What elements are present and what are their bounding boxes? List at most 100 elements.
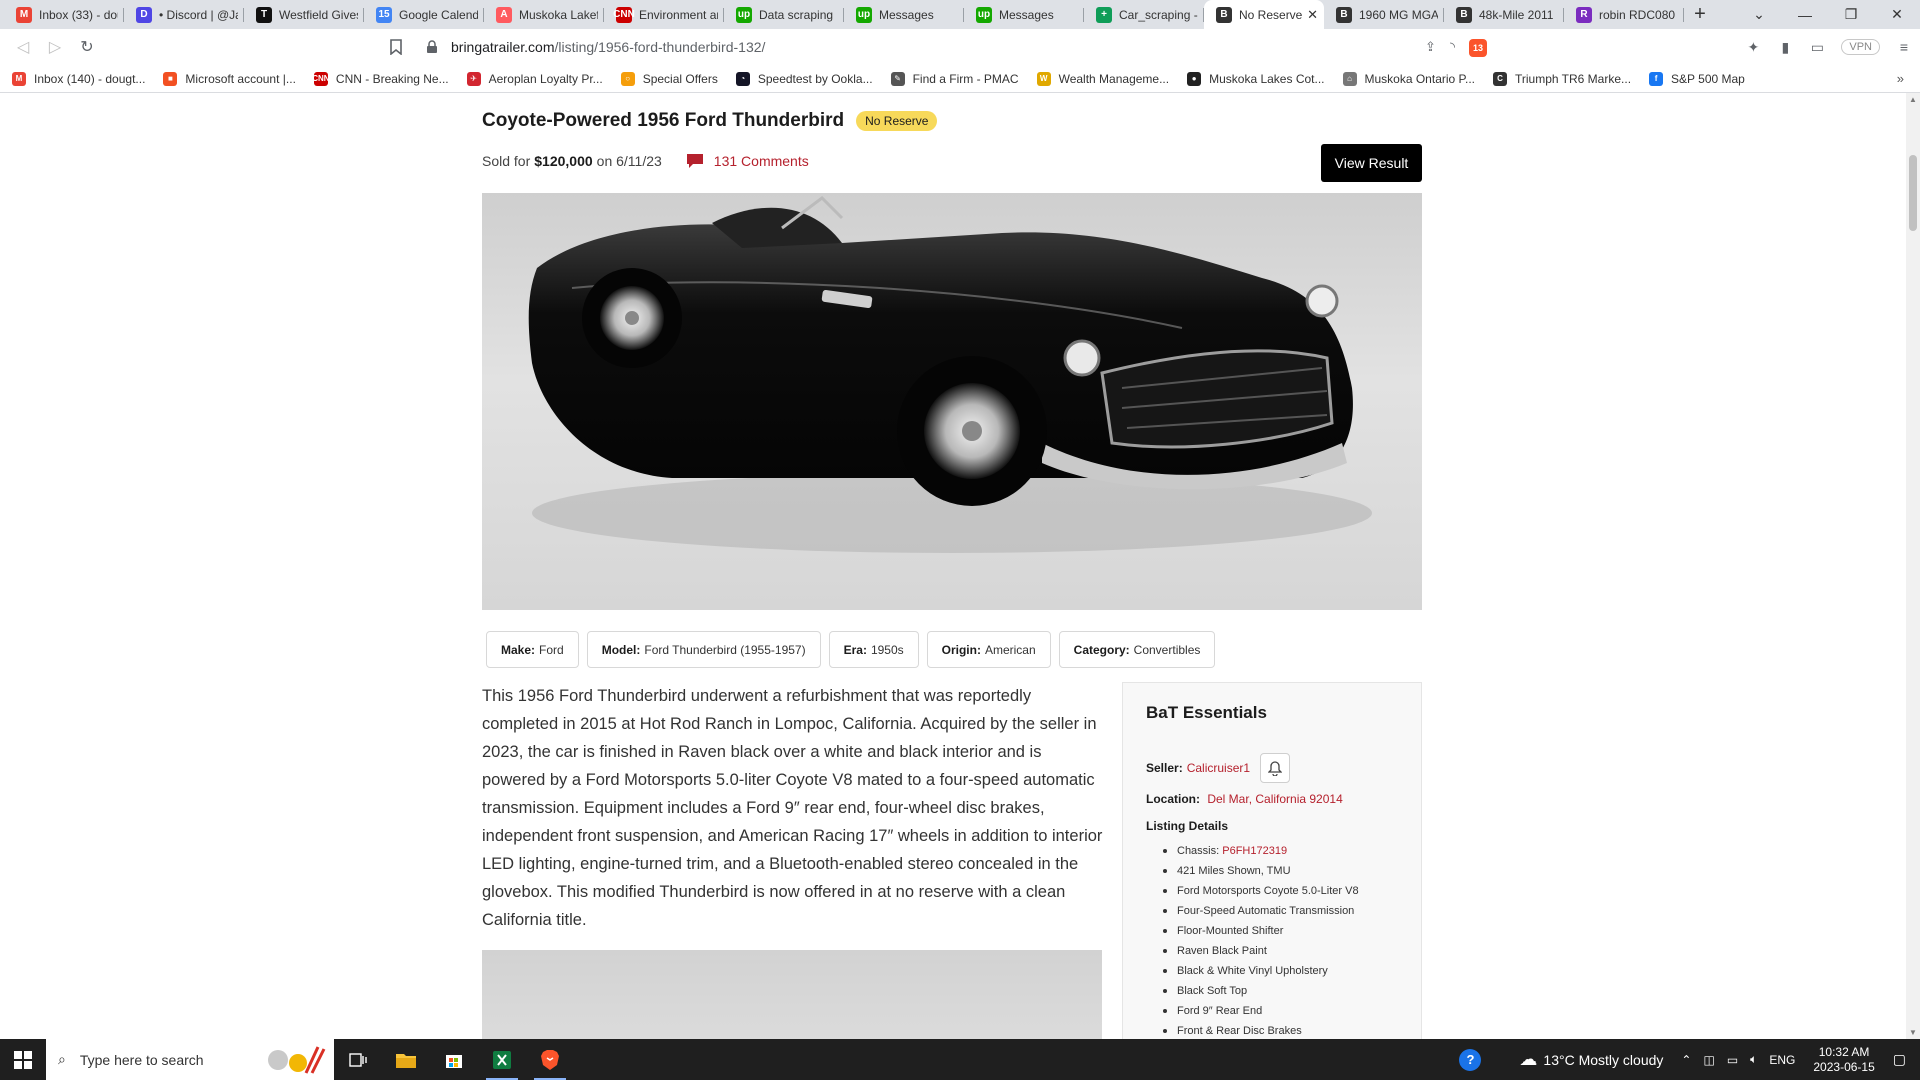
bookmark-item[interactable]: CNN CNN - Breaking Ne... (312, 71, 449, 86)
bookmark-item[interactable]: ■ Microsoft account |... (163, 71, 296, 86)
bookmark-item[interactable]: ◔ Speedtest by Ookla... (735, 71, 873, 86)
vpn-button[interactable]: VPN (1841, 39, 1880, 55)
browser-toolbar: ◁ ▷ ↻ bringatrailer.com/listing/1956-for… (0, 29, 1920, 65)
bookmarks-bar: M Inbox (140) - dougt... ■ Microsoft accoun… (0, 65, 1920, 93)
browser-tab[interactable]: T Westfield Gives (244, 0, 364, 29)
minimize-icon[interactable]: — (1782, 7, 1828, 23)
listing-details-heading: Listing Details (1146, 819, 1229, 833)
browser-tab[interactable]: CNN Environment and (604, 0, 724, 29)
forward-icon[interactable]: ▷ (40, 32, 70, 62)
bookmark-item[interactable]: ○ Special Offers (620, 71, 718, 86)
bookmark-item[interactable]: C Triumph TR6 Marke... (1493, 71, 1631, 86)
location-row: Location: Del Mar, California 92014 (1146, 792, 1343, 806)
bookmark-item[interactable]: ✎ Find a Firm - PMAC (890, 71, 1019, 86)
browser-tab[interactable]: B 48k-Mile 2011 (1444, 0, 1564, 29)
tag-value: American (984, 642, 1036, 657)
rss-icon[interactable]: ◝ (1450, 39, 1455, 57)
browser-tab[interactable]: 15 Google Calendar (364, 0, 484, 29)
browser-tab[interactable]: M Inbox (33) - dougt (4, 0, 124, 29)
weather-widget[interactable]: ☁ 13°C Mostly cloudy (1519, 1049, 1663, 1070)
bookmark-item[interactable]: ✈ Aeroplan Loyalty Pr... (466, 71, 603, 86)
wallet-icon[interactable]: ▭ (1801, 39, 1833, 56)
sidebar-icon[interactable]: ▮ (1769, 39, 1801, 56)
notifications-icon[interactable]: ▢ (1893, 1051, 1906, 1068)
seller-link[interactable]: Calicruiser1 (1187, 761, 1250, 775)
start-button[interactable] (0, 1039, 46, 1080)
close-tab-icon[interactable]: ✕ (1307, 7, 1318, 23)
comments-count: 131 Comments (713, 153, 809, 169)
browser-tab[interactable]: B 1960 MG MGA (1324, 0, 1444, 29)
browser-tab[interactable]: A Muskoka Lakefront (484, 0, 604, 29)
browser-tab[interactable]: up Data scraping (724, 0, 844, 29)
onedrive-icon[interactable]: ◫ (1703, 1053, 1714, 1067)
browser-tab[interactable]: B No Reserve ✕ (1204, 0, 1324, 29)
bookmark-item[interactable]: ⌂ Muskoka Ontario P... (1342, 71, 1475, 86)
taskbar-search[interactable]: ⌕ Type here to search (46, 1039, 334, 1080)
follow-seller-button[interactable] (1260, 753, 1291, 783)
bookmark-item[interactable]: M Inbox (140) - dougt... (12, 71, 145, 86)
language-indicator[interactable]: ENG (1769, 1053, 1795, 1067)
extensions-icon[interactable]: ✦ (1737, 39, 1769, 56)
robin-icon: R (1576, 6, 1592, 23)
hero-photo[interactable] (482, 193, 1422, 610)
category-tag[interactable]: Model: Ford Thunderbird (1955-1957) (586, 631, 821, 668)
bookmark-icon[interactable] (389, 39, 403, 55)
location-label: Location: (1146, 792, 1200, 806)
network-icon[interactable]: ▭ (1727, 1053, 1738, 1067)
back-icon[interactable]: ◁ (8, 32, 38, 62)
volume-icon[interactable]: 🔈︎ (1750, 1052, 1757, 1067)
file-explorer-icon[interactable] (382, 1039, 430, 1080)
help-icon[interactable]: ? (1459, 1048, 1482, 1071)
scroll-thumb[interactable] (1909, 155, 1917, 231)
clock-time: 10:32 AM (1818, 1044, 1870, 1059)
reload-icon[interactable]: ↻ (72, 32, 102, 62)
spec-item: Floor-Mounted Shifter (1155, 921, 1359, 941)
gallery-photo[interactable] (482, 950, 1102, 1039)
tab-label: Muskoka Lakefront (519, 7, 598, 22)
location-link[interactable]: Del Mar, California 92014 (1207, 792, 1342, 806)
tray-chevron-icon[interactable]: ⌃ (1681, 1053, 1691, 1067)
no-reserve-badge: No Reserve (856, 111, 938, 131)
nyt-icon: T (256, 6, 272, 23)
browser-tab[interactable]: + Car_scraping - (1084, 0, 1204, 29)
comments-link[interactable]: 131 Comments (686, 153, 809, 169)
browser-tab[interactable]: up Messages (844, 0, 964, 29)
category-tag[interactable]: Category: Convertibles (1058, 631, 1216, 668)
chassis-link[interactable]: P6FH172319 (1222, 845, 1287, 857)
category-tag[interactable]: Make: Ford (486, 631, 579, 668)
sold-price: $120,000 (534, 153, 593, 169)
restore-icon[interactable]: ❐ (1828, 6, 1874, 23)
browser-tab[interactable]: D • Discord | @Ja (124, 0, 244, 29)
close-window-icon[interactable]: ✕ (1874, 6, 1920, 23)
browser-tab[interactable]: Rrobin RDC080 (1564, 0, 1684, 29)
microsoft-store-icon[interactable] (430, 1039, 478, 1080)
lock-icon[interactable] (425, 40, 439, 54)
clock[interactable]: 10:32 AM 2023-06-15 (1813, 1045, 1874, 1075)
bookmarks-more-icon[interactable]: » (1897, 71, 1904, 86)
bookmark-item[interactable]: f S&P 500 Map (1649, 71, 1745, 86)
view-result-button[interactable]: View Result (1321, 144, 1422, 182)
scroll-down-arrow-icon[interactable]: ▼ (1909, 1028, 1917, 1037)
tag-value: Ford (539, 642, 564, 657)
scroll-up-arrow-icon[interactable]: ▲ (1909, 95, 1917, 104)
tab-label: • Discord | @Ja (159, 7, 238, 22)
upwork-icon: up (736, 6, 752, 23)
category-tag[interactable]: Era: 1950s (828, 631, 919, 668)
bookmark-item[interactable]: ● Muskoka Lakes Cot... (1187, 71, 1325, 86)
tab-label: 1960 MG MGA (1359, 7, 1438, 22)
new-tab-button[interactable]: + (1684, 0, 1716, 29)
share-icon[interactable]: ⇪ (1425, 39, 1436, 57)
task-view-icon[interactable] (334, 1039, 382, 1080)
system-tray: ? ☁ 13°C Mostly cloudy ⌃ ◫ ▭ 🔈︎ ENG 10:3… (1453, 1039, 1920, 1080)
category-tag[interactable]: Origin: American (926, 631, 1051, 668)
menu-icon[interactable]: ≡ (1888, 39, 1920, 55)
address-bar[interactable]: bringatrailer.com/listing/1956-ford-thun… (385, 33, 1495, 61)
excel-icon[interactable] (478, 1039, 526, 1080)
bookmark-item[interactable]: W Wealth Manageme... (1036, 71, 1169, 86)
page-scrollbar[interactable]: ▲ ▼ (1906, 93, 1920, 1039)
brave-browser-icon[interactable] (526, 1039, 574, 1080)
browser-tab[interactable]: up Messages (964, 0, 1084, 29)
tag-label: Origin: (941, 642, 981, 657)
tab-search-chevron-icon[interactable]: ⌄ (1736, 6, 1782, 23)
brave-shield-icon[interactable]: 13 (1469, 39, 1487, 57)
